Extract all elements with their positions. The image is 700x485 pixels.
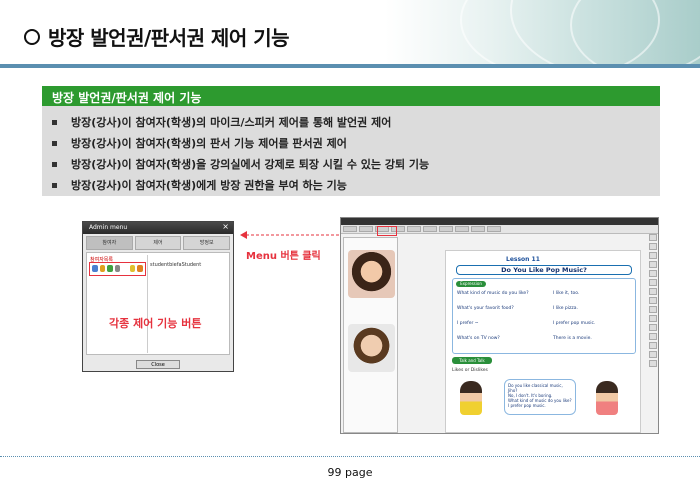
- lesson-app-screenshot: Lesson 11 Do You Like Pop Music? Express…: [340, 217, 659, 434]
- boy-illustration: [460, 381, 482, 415]
- expression-row: What's your favorit food?: [457, 306, 514, 311]
- list-item: 방장(강사)이 참여자(학생)의 마이크/스피커 제어를 통해 발언권 제어: [52, 112, 660, 133]
- tab-participants[interactable]: 참여자: [86, 236, 133, 250]
- pen-icon[interactable]: [107, 265, 113, 272]
- user-name: studentbiefaStudent: [150, 262, 202, 268]
- lesson-number: Lesson 11: [506, 256, 540, 263]
- list-item: 방장(강사)이 참여자(학생)에게 방장 권한을 부여 하는 기능: [52, 175, 660, 196]
- tab-room-info[interactable]: 방정보: [183, 236, 231, 250]
- video-sidebar: [343, 237, 398, 433]
- key-icon[interactable]: [129, 265, 136, 272]
- student-video: [348, 250, 395, 298]
- list-item: 방장(강사)이 참여자(학생)의 판서 기능 제어를 판서권 제어: [52, 133, 660, 154]
- right-toolbar: [649, 234, 658, 433]
- likes-heading: Likes or Dislikes: [452, 368, 488, 373]
- close-button[interactable]: Close: [136, 360, 180, 369]
- expression-row: I like it, too.: [553, 291, 580, 296]
- square-bullet-icon: [52, 141, 57, 146]
- spacer: [122, 265, 128, 272]
- admin-menu-window: Admin menu × 참여자 제어 방정보 참여자목록 studentbie…: [82, 221, 234, 372]
- divider: [147, 255, 148, 353]
- page-number: 99 page: [327, 466, 373, 479]
- bullet-list: 방장(강사)이 참여자(학생)의 마이크/스피커 제어를 통해 발언권 제어 방…: [42, 106, 660, 196]
- admin-tabs: 참여자 제어 방정보: [86, 236, 231, 250]
- expression-row: What's on TV now?: [457, 336, 500, 341]
- girl-illustration: [596, 381, 618, 415]
- feature-panel: 방장 발언권/판서권 제어 기능 방장(강사)이 참여자(학생)의 마이크/스피…: [42, 86, 660, 196]
- speech-bubble: Do you like classical music, Jiho? No, I…: [504, 379, 576, 415]
- expression-row: There is a movie.: [553, 336, 592, 341]
- lesson-title: Do You Like Pop Music?: [456, 265, 632, 275]
- control-caption: 각종 제어 기능 버튼: [109, 317, 202, 330]
- expression-row: I prefer ~: [457, 321, 479, 326]
- expression-row: I like pizza.: [553, 306, 578, 311]
- window-titlebar: Admin menu ×: [83, 222, 233, 234]
- list-item: 방장(강사)이 참여자(학생)을 강의실에서 강제로 퇴장 시킬 수 있는 강퇴…: [52, 154, 660, 175]
- footer-rule: [0, 456, 700, 457]
- star-icon[interactable]: [137, 265, 144, 272]
- participant-list: 참여자목록 studentbiefaStudent 각종 제어 기능 버튼: [86, 252, 230, 355]
- tab-control[interactable]: 제어: [134, 236, 182, 250]
- square-bullet-icon: [52, 183, 57, 188]
- square-bullet-icon: [52, 120, 57, 125]
- control-buttons: [89, 262, 146, 276]
- expression-tag: Expression: [456, 281, 486, 287]
- circle-bullet-icon: [24, 28, 40, 45]
- tutor-video: [348, 324, 395, 372]
- expression-row: I prefer pop music.: [553, 321, 596, 326]
- header-rule: [0, 64, 700, 68]
- close-icon[interactable]: ×: [222, 222, 229, 231]
- page-title: 방장 발언권/판서권 제어 기능: [24, 22, 290, 51]
- kick-icon[interactable]: [114, 265, 121, 272]
- mic-icon[interactable]: [99, 265, 106, 272]
- menu-callout: Menu 버튼 클릭: [246, 251, 321, 262]
- lesson-content: Lesson 11 Do You Like Pop Music? Express…: [445, 250, 641, 433]
- app-titlebar: [341, 218, 658, 225]
- header-decoration: [420, 0, 700, 68]
- talk-tag: Talk and Talk: [452, 357, 492, 364]
- expression-row: What kind of music do you like?: [457, 291, 529, 296]
- expression-box: Expression What kind of music do you lik…: [452, 278, 636, 354]
- panel-heading: 방장 발언권/판서권 제어 기능: [42, 86, 660, 106]
- menu-button-highlight[interactable]: [377, 226, 397, 236]
- square-bullet-icon: [52, 162, 57, 167]
- user-icon[interactable]: [92, 265, 98, 272]
